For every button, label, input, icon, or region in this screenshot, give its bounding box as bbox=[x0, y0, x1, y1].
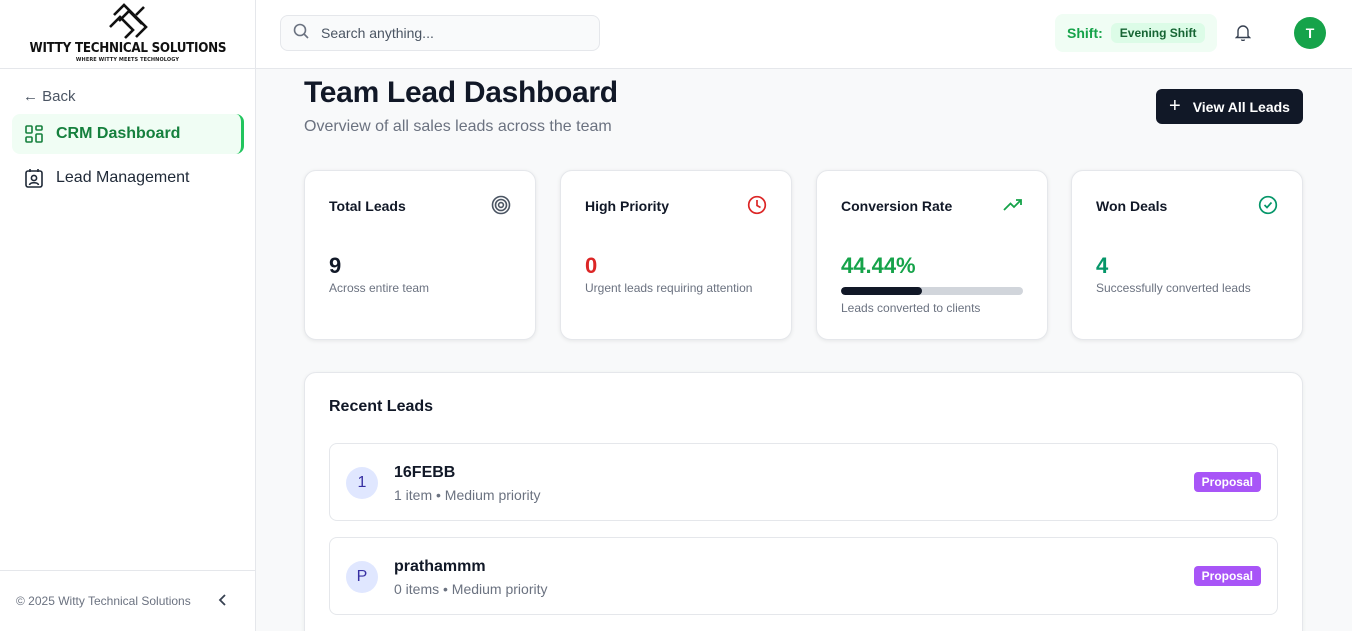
search-box[interactable] bbox=[280, 15, 600, 51]
trending-up-icon bbox=[1003, 195, 1023, 215]
shift-badge: Evening Shift bbox=[1110, 23, 1206, 43]
chevron-left-icon[interactable] bbox=[218, 593, 228, 610]
sidebar-item-label: Lead Management bbox=[56, 169, 190, 186]
dashboard-grid-icon bbox=[24, 124, 44, 144]
company-logo[interactable]: WITTY TECHNICAL SOLUTIONS WHERE WITTY ME… bbox=[0, 0, 255, 69]
stat-title: High Priority bbox=[585, 198, 670, 214]
target-icon bbox=[491, 195, 511, 215]
page-title: Team Lead Dashboard bbox=[304, 76, 618, 109]
stat-title: Conversion Rate bbox=[841, 198, 953, 214]
stat-value: 0 bbox=[585, 253, 598, 278]
lead-status-badge: Proposal bbox=[1193, 566, 1261, 586]
shift-indicator: Shift: Evening Shift bbox=[1055, 14, 1218, 52]
sidebar: WITTY TECHNICAL SOLUTIONS WHERE WITTY ME… bbox=[0, 0, 256, 631]
sidebar-item-lead-management[interactable]: Lead Management bbox=[12, 158, 244, 198]
copyright-text: © 2025 Witty Technical Solutions bbox=[16, 594, 191, 608]
recent-leads-title: Recent Leads bbox=[329, 398, 434, 415]
view-all-leads-button[interactable]: + View All Leads bbox=[1156, 89, 1303, 124]
user-avatar[interactable]: T bbox=[1294, 17, 1326, 49]
stat-card-high-priority: High Priority 0 Urgent leads requiring a… bbox=[560, 170, 792, 340]
contact-card-icon bbox=[24, 168, 44, 188]
lead-meta: 0 items • Medium priority bbox=[394, 581, 548, 597]
stat-description: Urgent leads requiring attention bbox=[585, 281, 753, 295]
sidebar-item-crm-dashboard[interactable]: CRM Dashboard bbox=[12, 114, 244, 154]
sidebar-item-label: CRM Dashboard bbox=[56, 125, 181, 142]
stat-value: 9 bbox=[329, 253, 342, 278]
search-icon bbox=[293, 23, 309, 44]
stat-value: 44.44% bbox=[841, 253, 916, 278]
recent-leads-panel: Recent Leads 1 16FEBB 1 item • Medium pr… bbox=[304, 372, 1303, 631]
view-all-leads-label: View All Leads bbox=[1192, 98, 1290, 115]
lead-avatar: 1 bbox=[346, 467, 378, 499]
lead-row[interactable]: 1 16FEBB 1 item • Medium priority Propos… bbox=[329, 443, 1278, 521]
stat-card-total-leads: Total Leads 9 Across entire team bbox=[304, 170, 536, 340]
stat-description: Successfully converted leads bbox=[1096, 281, 1251, 295]
stat-description: Across entire team bbox=[329, 281, 430, 295]
sidebar-footer: © 2025 Witty Technical Solutions bbox=[0, 570, 256, 631]
lead-name: 16FEBB bbox=[394, 464, 456, 481]
stat-card-conversion-rate: Conversion Rate 44.44% Leads converted t… bbox=[816, 170, 1048, 340]
check-circle-icon bbox=[1258, 195, 1278, 215]
stat-card-won-deals: Won Deals 4 Successfully converted leads bbox=[1071, 170, 1303, 340]
top-header: Shift: Evening Shift T bbox=[256, 0, 1352, 69]
stat-value: 4 bbox=[1096, 253, 1109, 278]
lead-name: prathammm bbox=[394, 558, 486, 575]
conversion-progress-bar bbox=[841, 287, 1023, 295]
lead-row[interactable]: P prathammm 0 items • Medium priority Pr… bbox=[329, 537, 1278, 615]
brand-tagline: WHERE WITTY MEETS TECHNOLOGY bbox=[75, 57, 180, 63]
clock-icon bbox=[747, 195, 767, 215]
lead-status-badge: Proposal bbox=[1193, 472, 1261, 492]
conversion-progress-fill bbox=[841, 287, 922, 295]
bell-icon[interactable] bbox=[1234, 24, 1252, 46]
page-subtitle: Overview of all sales leads across the t… bbox=[304, 118, 612, 135]
brand-name: WITTY TECHNICAL SOLUTIONS bbox=[29, 41, 226, 56]
shift-label: Shift: bbox=[1067, 25, 1103, 41]
logo-mark-icon bbox=[108, 3, 148, 39]
lead-avatar: P bbox=[346, 561, 378, 593]
stat-description: Leads converted to clients bbox=[841, 301, 981, 315]
plus-icon: + bbox=[1169, 94, 1181, 117]
lead-meta: 1 item • Medium priority bbox=[394, 487, 541, 503]
stat-title: Total Leads bbox=[329, 198, 406, 214]
search-input[interactable] bbox=[321, 25, 581, 41]
back-link[interactable]: ← Back bbox=[23, 88, 76, 105]
stat-title: Won Deals bbox=[1096, 198, 1168, 214]
